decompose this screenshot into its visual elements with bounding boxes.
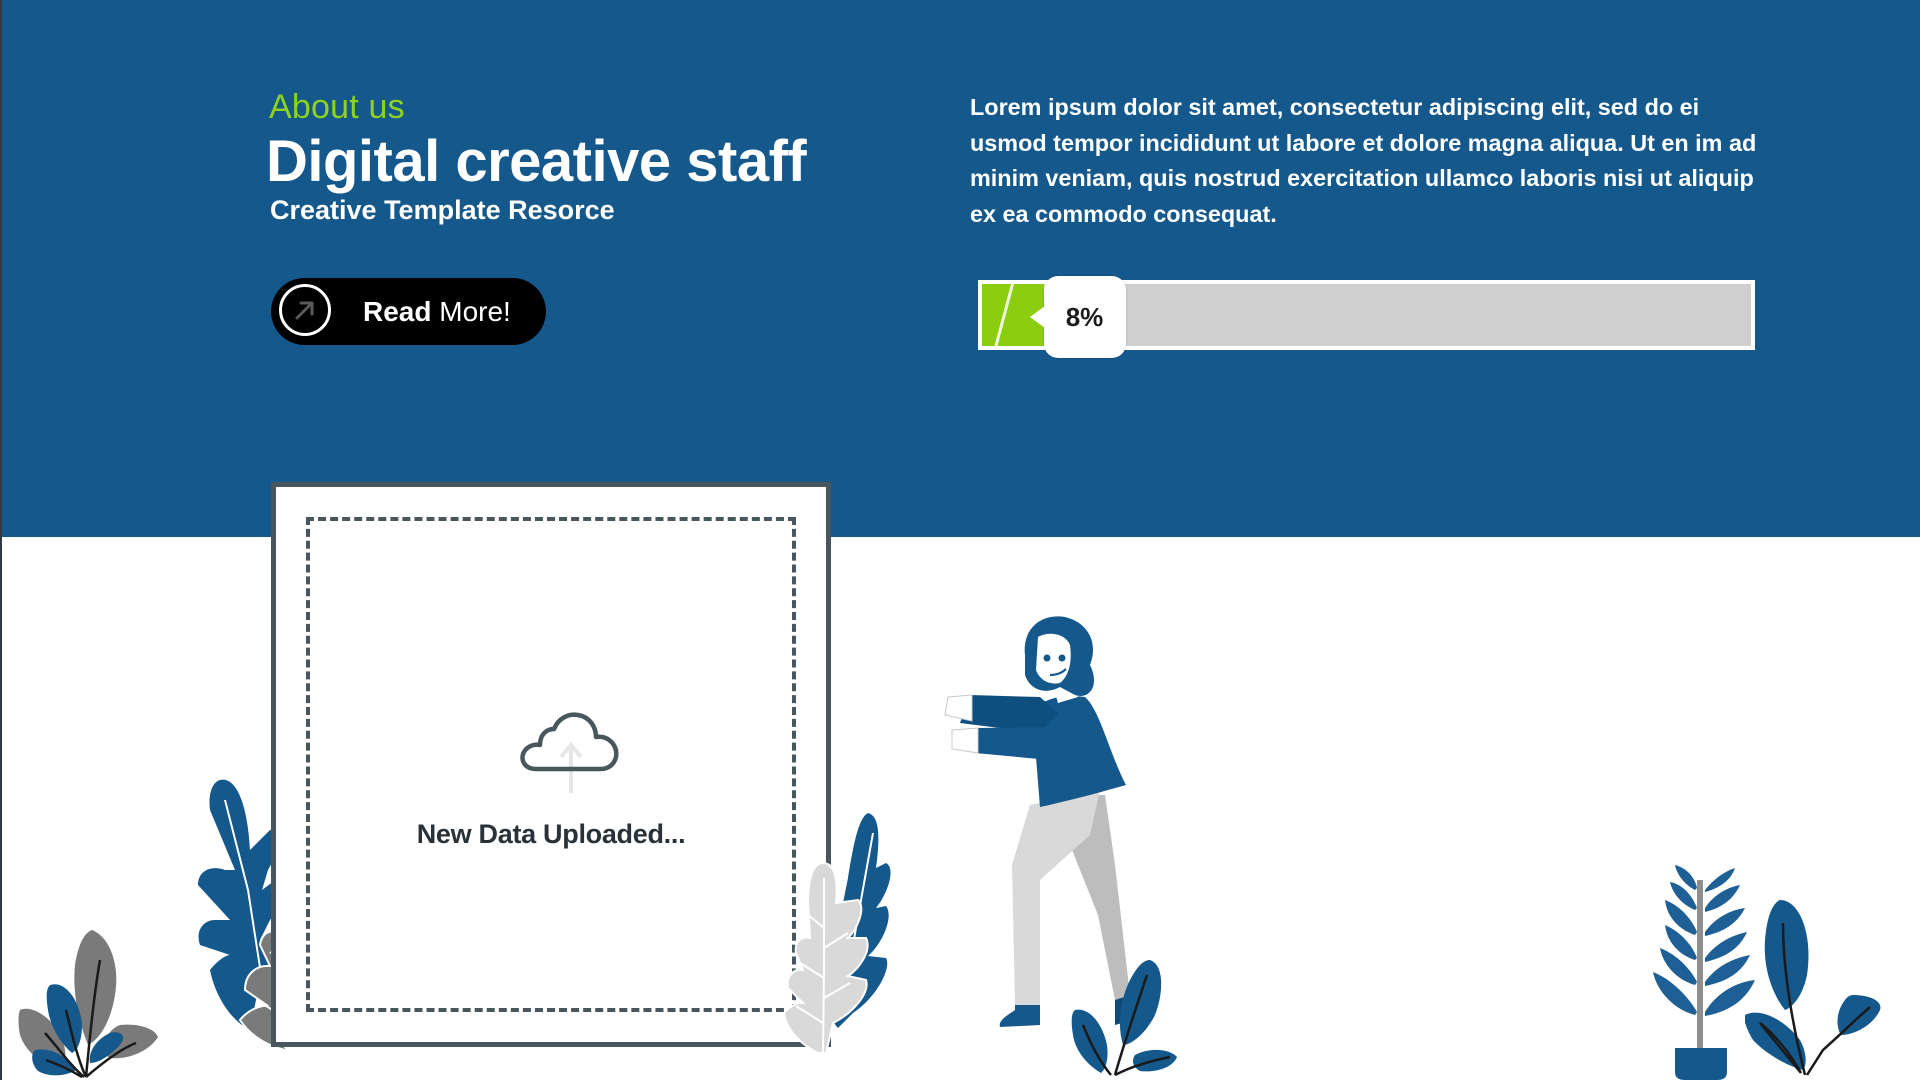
cloud-upload-icon <box>520 712 619 793</box>
page-title: Digital creative staff <box>266 129 807 194</box>
arrow-up-right-icon <box>279 284 331 336</box>
leaves-behind-card-right <box>782 813 891 1054</box>
eyebrow-label: About us <box>269 88 405 126</box>
read-more-button[interactable]: Read More! <box>271 278 546 345</box>
plant-small-center <box>1071 960 1177 1077</box>
upload-progress-bar: 8% <box>978 276 1755 358</box>
left-edge-divider <box>0 0 2 1080</box>
read-more-label: Read More! <box>363 296 511 328</box>
about-paragraph: Lorem ipsum dolor sit amet, consectetur … <box>970 94 1757 227</box>
read-more-label-bold: Read <box>363 296 432 327</box>
upload-status-message: New Data Uploaded... <box>416 819 686 849</box>
progress-indicator-bubble: 8% <box>1029 276 1126 358</box>
progress-percent-label: 8% <box>1065 301 1104 332</box>
leaves-right <box>1745 900 1881 1076</box>
leaves-left-small <box>18 930 158 1079</box>
read-more-label-regular: More! <box>439 296 511 327</box>
page-subtitle: Creative Template Resorce <box>270 195 615 225</box>
hero-section <box>0 0 1920 537</box>
upload-card: New Data Uploaded... <box>271 482 831 1047</box>
